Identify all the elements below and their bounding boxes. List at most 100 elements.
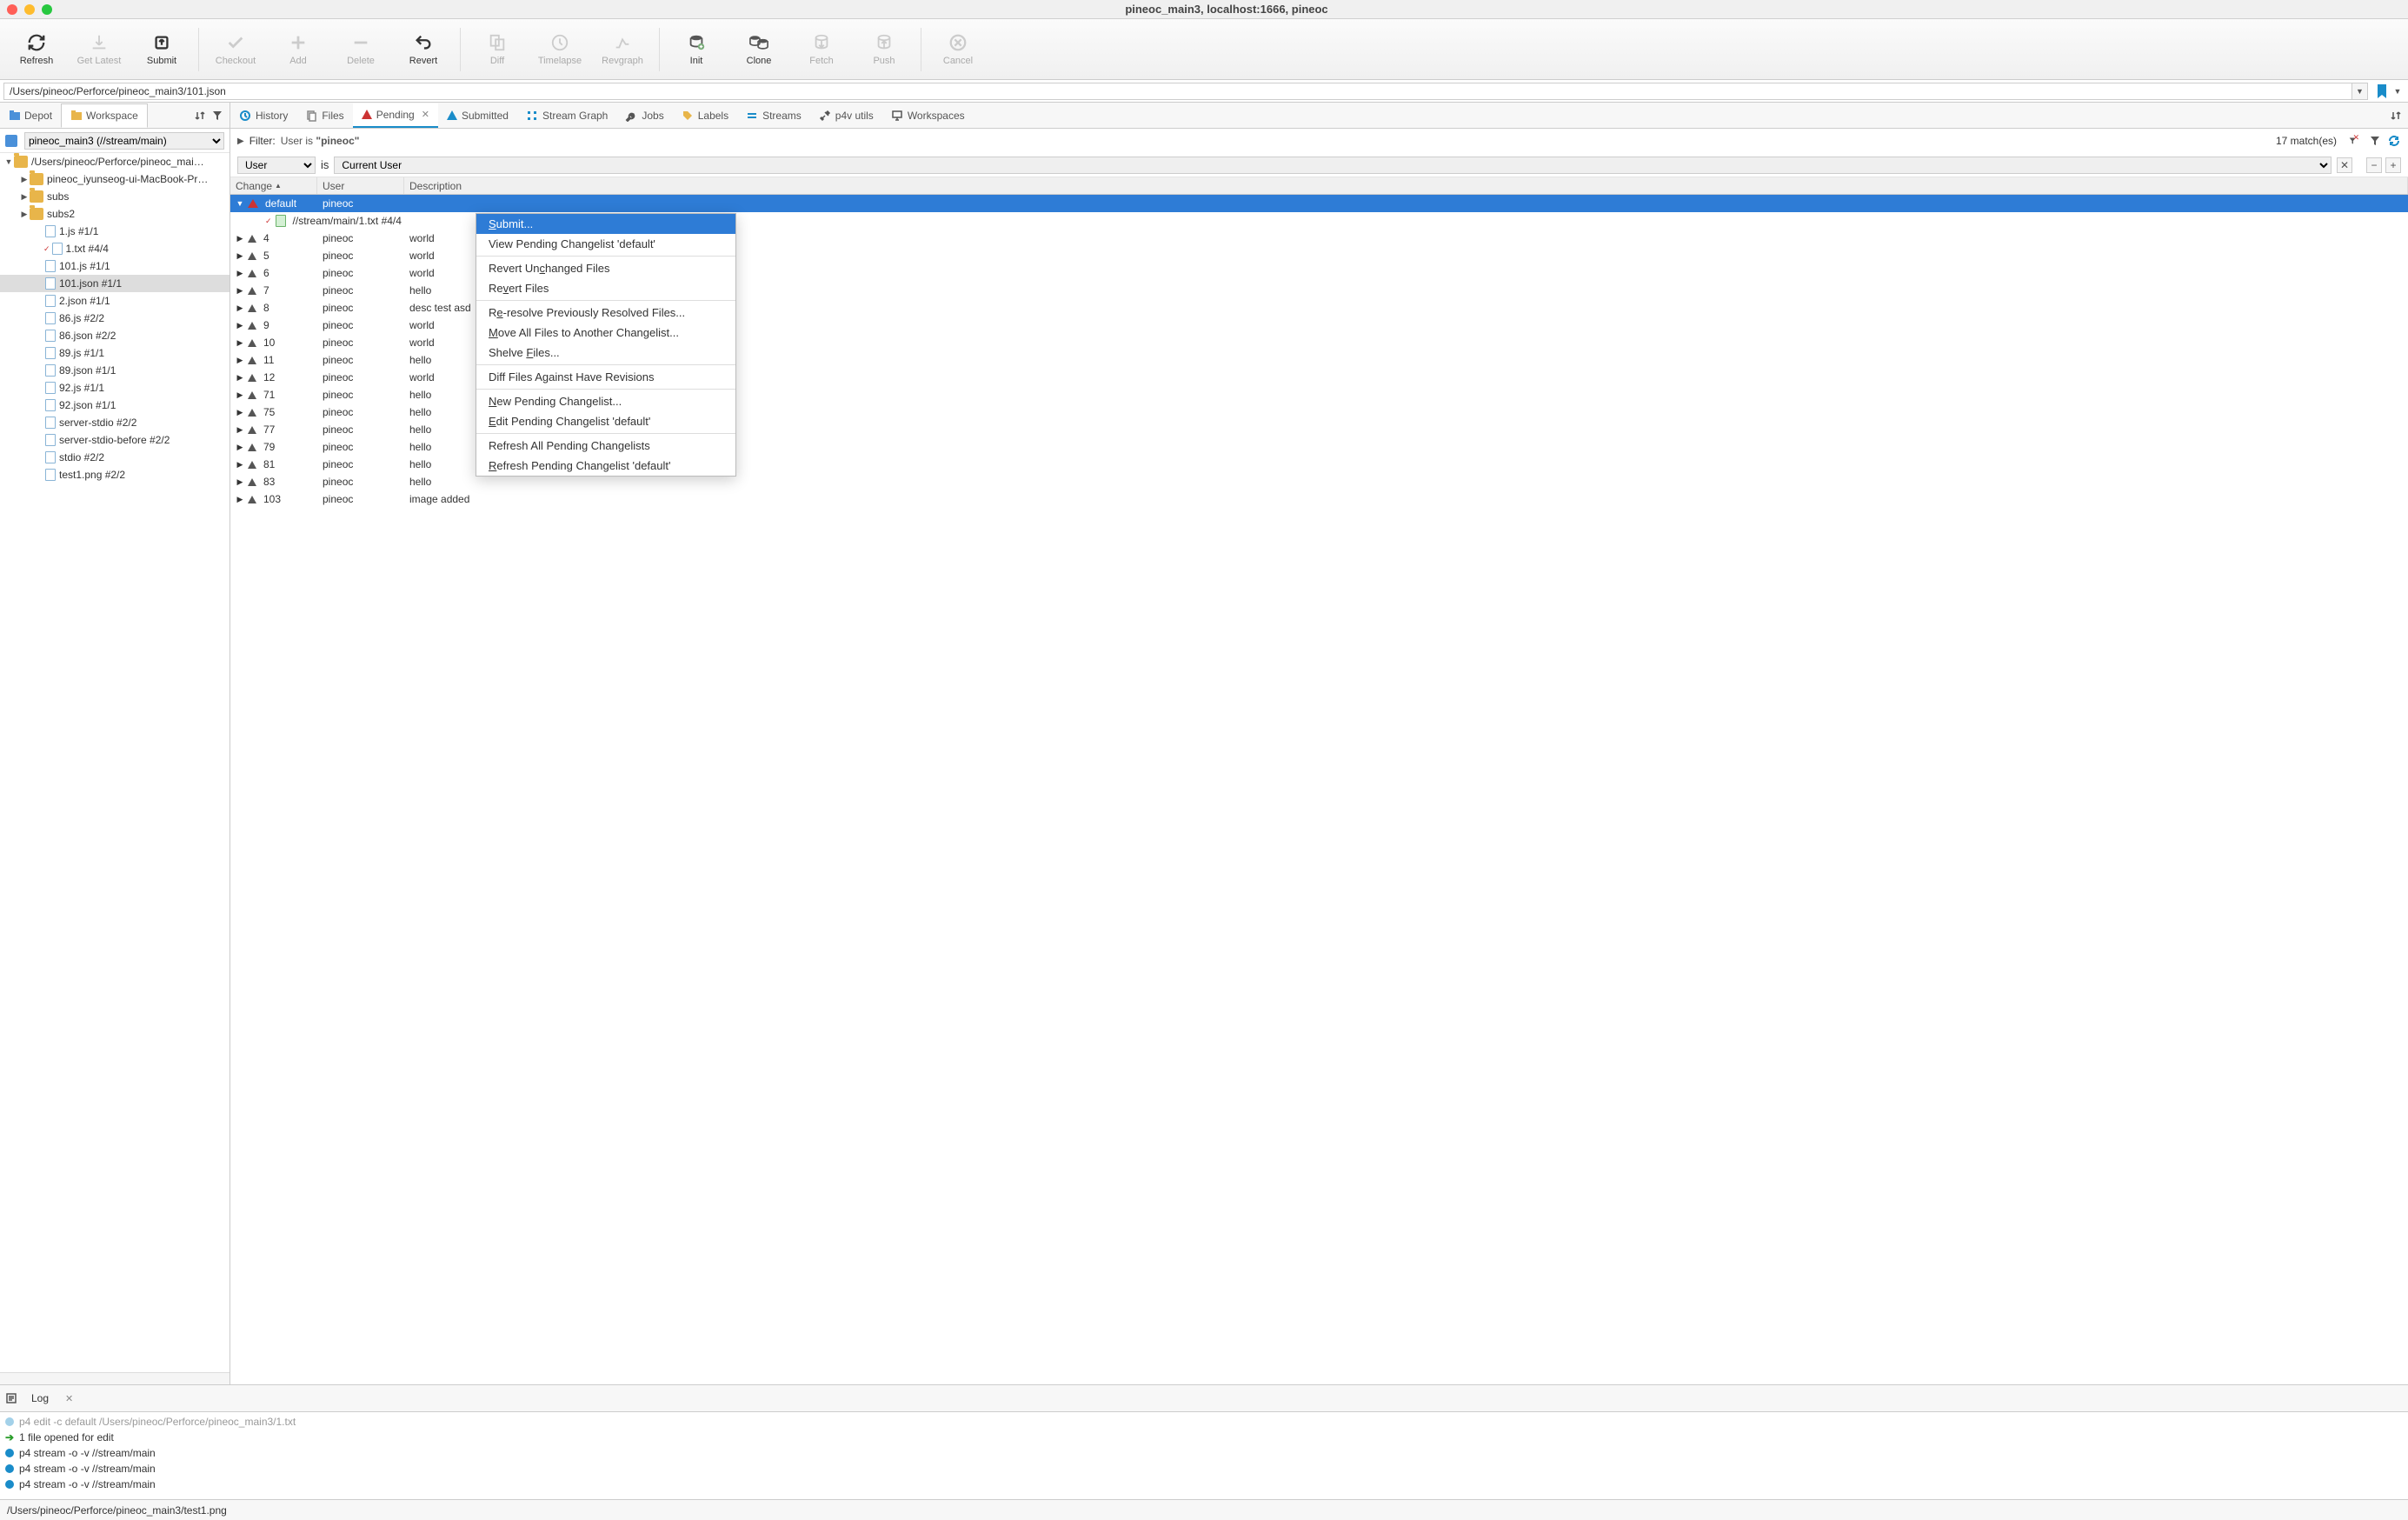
checkout-button[interactable]: Checkout bbox=[204, 23, 267, 76]
tree-row[interactable]: server-stdio #2/2 bbox=[0, 414, 229, 431]
close-icon[interactable]: ✕ bbox=[422, 109, 429, 120]
add-button[interactable]: Add bbox=[267, 23, 329, 76]
tree-row[interactable]: test1.png #2/2 bbox=[0, 466, 229, 483]
context-menu-item[interactable]: Revert Unchanged Files bbox=[476, 258, 735, 278]
bookmark-menu-icon[interactable]: ▼ bbox=[2391, 84, 2405, 98]
tree-row[interactable]: 92.js #1/1 bbox=[0, 379, 229, 397]
submit-button[interactable]: Submit bbox=[130, 23, 193, 76]
fetch-button[interactable]: Fetch bbox=[790, 23, 853, 76]
tree-row[interactable]: ▶pineoc_iyunseog-ui-MacBook-Pr… bbox=[0, 170, 229, 188]
tree-row[interactable]: 2.json #1/1 bbox=[0, 292, 229, 310]
tab-files[interactable]: Files bbox=[296, 103, 352, 128]
timelapse-button[interactable]: Timelapse bbox=[529, 23, 591, 76]
tree-row[interactable]: ▶subs2 bbox=[0, 205, 229, 223]
tree-row[interactable]: server-stdio-before #2/2 bbox=[0, 431, 229, 449]
add-row-button[interactable]: + bbox=[2385, 157, 2401, 173]
tree-row[interactable]: ▶subs bbox=[0, 188, 229, 205]
clone-button[interactable]: Clone bbox=[728, 23, 790, 76]
diff-button[interactable]: Diff bbox=[466, 23, 529, 76]
revgraph-button[interactable]: Revgraph bbox=[591, 23, 654, 76]
tools-icon bbox=[819, 110, 831, 122]
tab-workspaces[interactable]: Workspaces bbox=[882, 103, 974, 128]
tree-row[interactable]: ✓1.txt #4/4 bbox=[0, 240, 229, 257]
sort-icon[interactable] bbox=[193, 109, 207, 123]
tab-workspace[interactable]: Workspace bbox=[61, 103, 148, 128]
col-description[interactable]: Description bbox=[404, 177, 2408, 194]
tab-submitted[interactable]: Submitted bbox=[438, 103, 517, 128]
remove-row-button[interactable]: − bbox=[2366, 157, 2382, 173]
clone-icon bbox=[748, 32, 769, 53]
workspace-selector: pineoc_main3 (//stream/main) bbox=[0, 129, 229, 153]
log-line: p4 stream -o -v //stream/main bbox=[5, 1477, 2403, 1492]
tree-row[interactable]: 86.json #2/2 bbox=[0, 327, 229, 344]
cancel-icon bbox=[948, 32, 968, 53]
changelist-table: Change▲ User Description ▼defaultpineoc✓… bbox=[230, 177, 2408, 1384]
tree-row[interactable]: 89.json #1/1 bbox=[0, 362, 229, 379]
delete-button[interactable]: Delete bbox=[329, 23, 392, 76]
filter-value-select[interactable]: Current User bbox=[334, 157, 2332, 174]
tab-streams[interactable]: Streams bbox=[737, 103, 810, 128]
path-input[interactable] bbox=[3, 83, 2352, 100]
context-menu-item[interactable]: View Pending Changelist 'default' bbox=[476, 234, 735, 254]
context-menu-item[interactable]: Move All Files to Another Changelist... bbox=[476, 323, 735, 343]
get-latest-button[interactable]: Get Latest bbox=[68, 23, 130, 76]
col-change[interactable]: Change▲ bbox=[230, 177, 317, 194]
col-user[interactable]: User bbox=[317, 177, 404, 194]
tab-stream-graph[interactable]: Stream Graph bbox=[517, 103, 616, 128]
tab-p4v-utils[interactable]: p4v utils bbox=[810, 103, 882, 128]
revert-button[interactable]: Revert bbox=[392, 23, 455, 76]
sort-icon[interactable] bbox=[2389, 109, 2403, 123]
tree-row[interactable]: 86.js #2/2 bbox=[0, 310, 229, 327]
tab-jobs[interactable]: Jobs bbox=[616, 103, 672, 128]
context-menu-item[interactable]: Refresh Pending Changelist 'default' bbox=[476, 456, 735, 476]
workspace-select[interactable]: pineoc_main3 (//stream/main) bbox=[24, 132, 224, 150]
context-menu-item[interactable]: Diff Files Against Have Revisions bbox=[476, 367, 735, 387]
files-icon bbox=[305, 110, 317, 122]
context-menu-item[interactable]: Shelve Files... bbox=[476, 343, 735, 363]
context-menu-item[interactable]: Edit Pending Changelist 'default' bbox=[476, 411, 735, 431]
tree-row[interactable]: 1.js #1/1 bbox=[0, 223, 229, 240]
tree-row[interactable]: 92.json #1/1 bbox=[0, 397, 229, 414]
plus-icon bbox=[288, 32, 309, 53]
context-menu-item[interactable]: Submit... bbox=[476, 214, 735, 234]
clear-filter-icon[interactable]: ✕ bbox=[2349, 134, 2363, 148]
tab-depot[interactable]: Depot bbox=[0, 103, 61, 128]
cancel-button[interactable]: Cancel bbox=[927, 23, 989, 76]
minimize-window[interactable] bbox=[24, 4, 35, 15]
push-button[interactable]: Push bbox=[853, 23, 915, 76]
context-menu-item[interactable]: New Pending Changelist... bbox=[476, 391, 735, 411]
tree-row[interactable]: 101.json #1/1 bbox=[0, 275, 229, 292]
table-row[interactable]: ▶103pineocimage added bbox=[230, 490, 2408, 508]
context-menu-item[interactable]: Re-resolve Previously Resolved Files... bbox=[476, 303, 735, 323]
refresh-icon bbox=[26, 32, 47, 53]
match-count: 17 match(es) bbox=[2276, 135, 2337, 147]
tag-icon bbox=[682, 110, 694, 122]
context-menu-item[interactable]: Revert Files bbox=[476, 278, 735, 298]
init-button[interactable]: Init bbox=[665, 23, 728, 76]
table-row[interactable]: ▼defaultpineoc bbox=[230, 195, 2408, 212]
file-tree: ▼/Users/pineoc/Perforce/pineoc_mai…▶pine… bbox=[0, 153, 229, 1372]
tab-labels[interactable]: Labels bbox=[673, 103, 737, 128]
submit-icon bbox=[151, 32, 172, 53]
maximize-window[interactable] bbox=[42, 4, 52, 15]
filter-field-select[interactable]: User bbox=[237, 157, 316, 174]
refresh-filter-icon[interactable] bbox=[2387, 134, 2401, 148]
h-scrollbar[interactable] bbox=[0, 1372, 229, 1384]
tab-history[interactable]: History bbox=[230, 103, 296, 128]
bookmark-icon[interactable] bbox=[2373, 83, 2391, 100]
filter-disclosure[interactable]: ▶ bbox=[237, 137, 244, 146]
tree-row[interactable]: stdio #2/2 bbox=[0, 449, 229, 466]
tab-pending[interactable]: Pending ✕ bbox=[353, 103, 438, 128]
refresh-button[interactable]: Refresh bbox=[5, 23, 68, 76]
close-log-icon[interactable]: ✕ bbox=[65, 1393, 73, 1404]
tree-row[interactable]: 101.js #1/1 bbox=[0, 257, 229, 275]
filter-icon[interactable] bbox=[210, 109, 224, 123]
filter-icon[interactable] bbox=[2368, 134, 2382, 148]
close-window[interactable] bbox=[7, 4, 17, 15]
context-menu-item[interactable]: Refresh All Pending Changelists bbox=[476, 436, 735, 456]
tree-row[interactable]: 89.js #1/1 bbox=[0, 344, 229, 362]
path-dropdown[interactable]: ▼ bbox=[2352, 83, 2368, 100]
tree-row[interactable]: ▼/Users/pineoc/Perforce/pineoc_mai… bbox=[0, 153, 229, 170]
clear-button[interactable]: ✕ bbox=[2337, 157, 2352, 173]
log-tab[interactable]: Log bbox=[23, 1389, 57, 1408]
